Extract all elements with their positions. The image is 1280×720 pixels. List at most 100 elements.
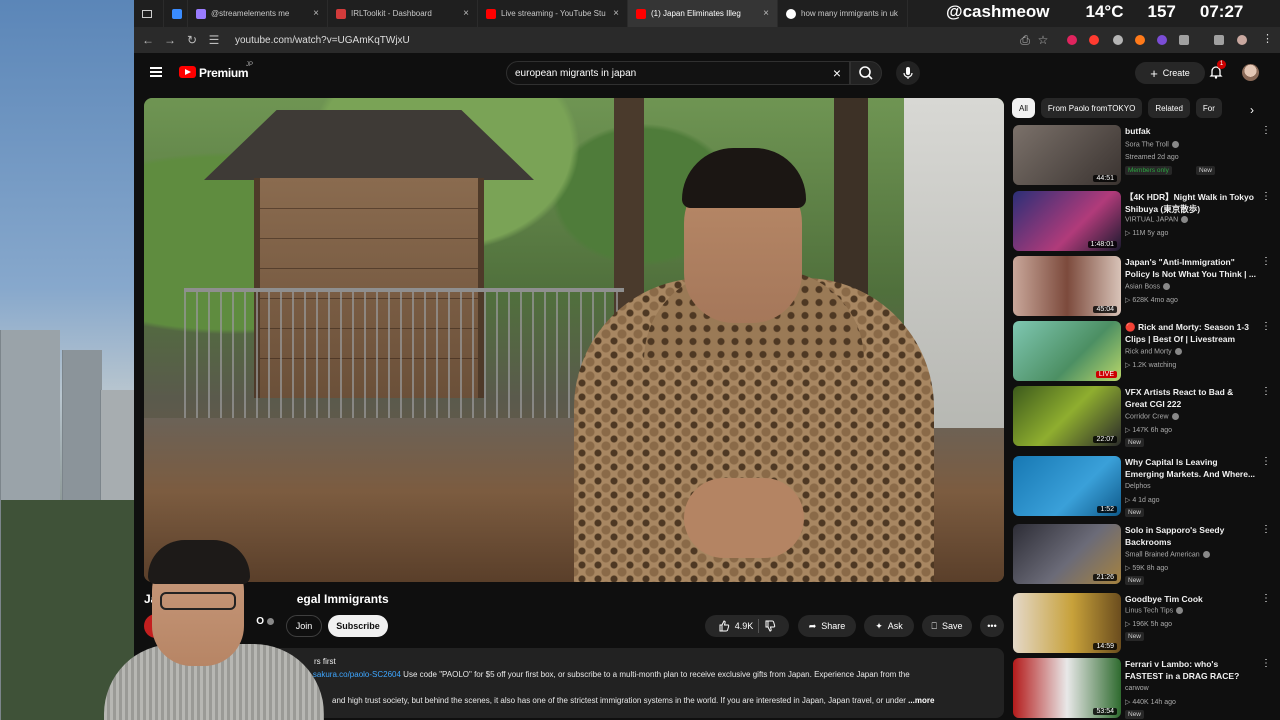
chevron-right-icon[interactable]: ›	[1250, 103, 1254, 117]
new-badge: New	[1125, 438, 1145, 447]
more-vertical-icon[interactable]: ⋮	[1261, 321, 1271, 332]
menu-kebab-icon[interactable]: ⋮	[1262, 32, 1273, 45]
extension-icon[interactable]	[1157, 35, 1167, 45]
tab-youtube-studio[interactable]: Live streaming - YouTube Stu ×	[478, 0, 628, 27]
new-badge: New	[1125, 632, 1145, 641]
video-thumbnail[interactable]: 45:04	[1013, 256, 1121, 316]
video-thumbnail[interactable]: 53:54	[1013, 658, 1121, 718]
youtube-header: Premium JP european migrants in japan × …	[134, 53, 1280, 95]
forward-icon[interactable]: →	[159, 33, 181, 47]
show-more-link[interactable]: ...more	[906, 696, 934, 705]
thumbs-down-icon[interactable]	[764, 620, 776, 632]
new-badge: New	[1196, 166, 1216, 175]
more-vertical-icon[interactable]: ⋮	[1261, 125, 1271, 136]
new-badge: New	[1125, 710, 1145, 719]
more-vertical-icon[interactable]: ⋮	[1261, 524, 1271, 535]
video-frame-fence	[184, 288, 624, 418]
more-vertical-icon[interactable]: ⋮	[1261, 593, 1271, 604]
pinned-tab[interactable]	[164, 0, 188, 27]
back-icon[interactable]: ←	[137, 33, 159, 47]
more-actions-button[interactable]: •••	[980, 615, 1004, 637]
video-thumbnail[interactable]: 44:51	[1013, 125, 1121, 185]
recommendation-item[interactable]: 53:54 Ferrari v Lambo: who's FASTEST in …	[1013, 658, 1275, 720]
video-thumbnail[interactable]: 22:07	[1013, 386, 1121, 446]
menu-icon[interactable]	[150, 67, 162, 77]
extensions-puzzle-icon[interactable]	[1179, 35, 1189, 45]
ask-button[interactable]: ✦ Ask	[864, 615, 914, 637]
extension-icon[interactable]	[1113, 35, 1123, 45]
description-line: and high trust society, but behind the s…	[332, 696, 935, 705]
profile-icon[interactable]	[1237, 35, 1247, 45]
recommendation-item[interactable]: 22:07 VFX Artists React to Bad & Great C…	[1013, 386, 1275, 448]
reload-icon[interactable]: ↻	[181, 33, 203, 47]
tab-active-video[interactable]: (1) Japan Eliminates Illeg ×	[628, 0, 778, 27]
video-thumbnail[interactable]: 14:59	[1013, 593, 1121, 653]
close-icon[interactable]: ×	[763, 8, 769, 19]
plus-icon: +	[1150, 65, 1158, 81]
search-button[interactable]	[850, 61, 882, 85]
related-filter-chips: All From Paolo fromTOKYO Related For	[1012, 98, 1270, 120]
overlay-time: 07:27	[1199, 2, 1244, 21]
close-icon[interactable]: ×	[463, 8, 469, 19]
share-button[interactable]: ➦ Share	[798, 615, 856, 637]
chip-from-channel[interactable]: From Paolo fromTOKYO	[1040, 98, 1143, 118]
video-thumbnail[interactable]: LIVE	[1013, 321, 1121, 381]
site-info-icon[interactable]: ☰	[203, 33, 225, 47]
recommendation-item[interactable]: 44:51 butfak Sora The Troll Streamed 2d …	[1013, 125, 1275, 187]
save-button[interactable]: ⎕ Save	[922, 615, 972, 637]
extension-icon[interactable]	[1067, 35, 1077, 45]
extension-icon[interactable]	[1135, 35, 1145, 45]
recommendation-item[interactable]: 1:52 Why Capital Is Leaving Emerging Mar…	[1013, 456, 1275, 518]
video-thumbnail[interactable]: 1:48:01	[1013, 191, 1121, 251]
streamer-glasses	[160, 592, 236, 610]
chip-for-you[interactable]: For	[1195, 98, 1222, 118]
more-vertical-icon[interactable]: ⋮	[1261, 658, 1271, 669]
youtube-logo-icon[interactable]	[179, 66, 196, 78]
tab-group-icon[interactable]	[134, 0, 164, 27]
verified-icon	[1202, 551, 1210, 558]
verified-icon	[1174, 348, 1182, 355]
brand-label: Premium	[199, 66, 249, 80]
close-icon[interactable]: ×	[313, 8, 319, 19]
address-bar-row: ← → ↻ ☰ youtube.com/watch?v=UGAmKqTWjxU …	[134, 27, 1280, 53]
thumbs-up-icon	[719, 620, 729, 632]
more-vertical-icon[interactable]: ⋮	[1261, 456, 1271, 467]
more-vertical-icon[interactable]: ⋮	[1261, 191, 1271, 202]
recommendation-item[interactable]: 14:59 Goodbye Tim Cook Linus Tech Tips ▷…	[1013, 593, 1275, 655]
voice-search-button[interactable]	[896, 61, 920, 85]
recommendation-item[interactable]: 1:48:01 【4K HDR】Night Walk in Tokyo Shib…	[1013, 191, 1275, 253]
verified-icon	[1171, 413, 1179, 420]
streamelements-icon	[196, 8, 206, 19]
share-icon: ➦	[808, 620, 817, 631]
new-badge: New	[1125, 576, 1145, 585]
verified-icon	[1171, 141, 1179, 148]
search-input[interactable]: european migrants in japan ×	[506, 61, 850, 85]
subscribe-button[interactable]: Subscribe	[328, 615, 388, 637]
url-field[interactable]: youtube.com/watch?v=UGAmKqTWjxU	[235, 35, 410, 46]
account-avatar[interactable]	[1242, 64, 1259, 81]
search-query: european migrants in japan	[515, 68, 637, 79]
close-icon[interactable]: ×	[613, 8, 619, 19]
reading-list-icon[interactable]	[1214, 35, 1224, 45]
recommendation-item[interactable]: 45:04 Japan's "Anti-Immigration" Policy …	[1013, 256, 1275, 318]
bookmark-star-icon[interactable]: ☆	[1032, 33, 1054, 47]
recommendation-item[interactable]: LIVE 🔴 Rick and Morty: Season 1-3 Clips …	[1013, 321, 1275, 383]
verified-icon	[1176, 607, 1184, 614]
more-vertical-icon[interactable]: ⋮	[1261, 256, 1271, 267]
tab-streamelements[interactable]: @streamelements me ×	[188, 0, 328, 27]
video-player[interactable]	[144, 98, 1004, 582]
like-button[interactable]: 4.9K	[718, 620, 753, 632]
chip-all[interactable]: All	[1012, 98, 1035, 118]
tab-google-search[interactable]: how many immigrants in uk	[778, 0, 908, 27]
tab-irltoolkit[interactable]: IRLToolkit - Dashboard ×	[328, 0, 478, 27]
create-button[interactable]: + Create	[1135, 62, 1205, 84]
video-thumbnail[interactable]: 1:52	[1013, 456, 1121, 516]
recommendation-item[interactable]: 21:26 Solo in Sapporo's Seedy Backrooms …	[1013, 524, 1275, 586]
extension-icon[interactable]	[1089, 35, 1099, 45]
clear-search-icon[interactable]: ×	[833, 65, 841, 81]
more-vertical-icon[interactable]: ⋮	[1261, 386, 1271, 397]
chip-related[interactable]: Related	[1148, 98, 1190, 118]
video-thumbnail[interactable]: 21:26	[1013, 524, 1121, 584]
youtube-studio-icon	[486, 8, 496, 19]
bookmark-icon: ⎕	[931, 620, 937, 631]
